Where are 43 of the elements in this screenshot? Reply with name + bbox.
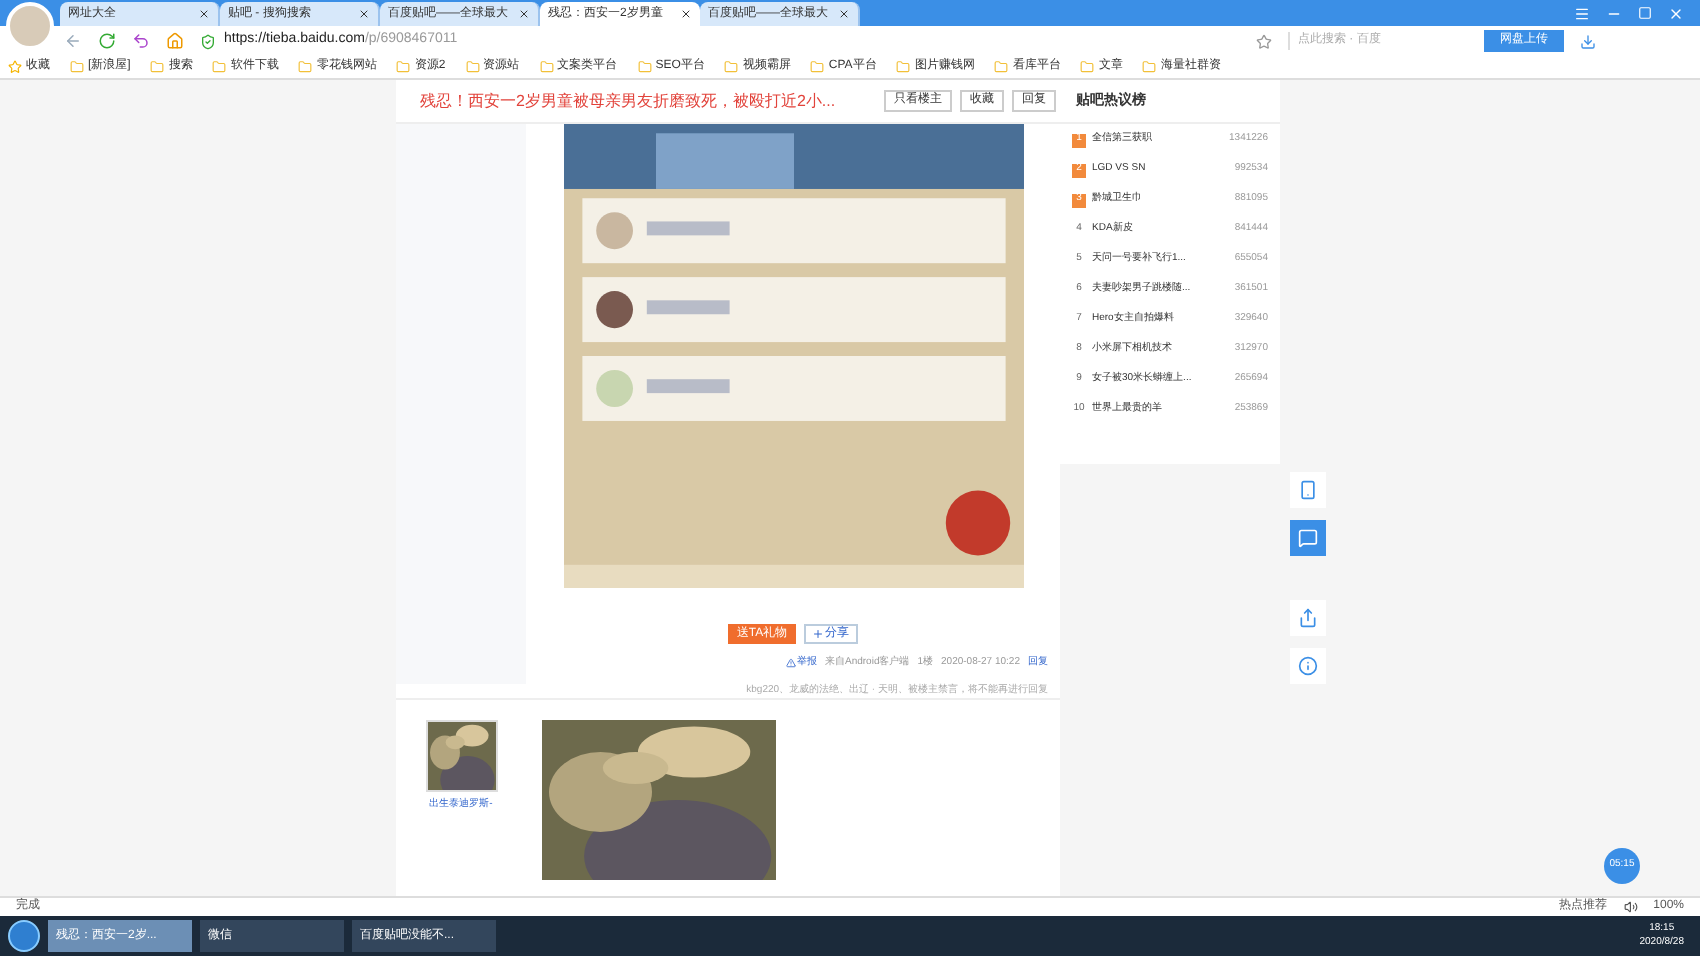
- folder-icon: [896, 60, 911, 74]
- folder-icon: [539, 60, 554, 74]
- close-icon[interactable]: [358, 8, 370, 20]
- download-icon[interactable]: [1580, 33, 1596, 49]
- plus-icon: [811, 628, 824, 640]
- close-icon[interactable]: [838, 8, 850, 20]
- close-icon[interactable]: [680, 8, 692, 20]
- comment-button[interactable]: [1290, 520, 1326, 556]
- star-icon[interactable]: [1256, 33, 1272, 49]
- phone-icon: [1298, 480, 1318, 500]
- folder-icon: [637, 60, 652, 74]
- folder-icon: [810, 60, 825, 74]
- info-icon: [1298, 656, 1318, 676]
- post-title: 残忍！西安一2岁男童被母亲男友折磨致死，被殴打近2小...: [420, 89, 838, 113]
- phone-button[interactable]: [1290, 472, 1326, 508]
- folder-icon: [298, 60, 313, 74]
- comment-icon: [1298, 528, 1318, 548]
- close-icon[interactable]: [518, 8, 530, 20]
- folder-icon: [150, 60, 165, 74]
- menu-icon[interactable]: [1574, 5, 1590, 21]
- info-button[interactable]: [1290, 648, 1326, 684]
- folder-icon: [70, 60, 84, 74]
- refresh-icon[interactable]: [98, 32, 116, 50]
- back-icon[interactable]: [64, 32, 82, 50]
- maximize-icon[interactable]: [1638, 6, 1652, 20]
- folder-icon: [396, 60, 411, 74]
- folder-icon: [994, 60, 1009, 74]
- start-button[interactable]: [8, 920, 40, 952]
- speaker-icon[interactable]: [1623, 900, 1638, 914]
- warning-icon: [785, 658, 795, 669]
- folder-icon: [1080, 60, 1095, 74]
- undo-icon[interactable]: [132, 32, 150, 50]
- user-avatar[interactable]: [6, 2, 54, 50]
- home-icon[interactable]: [166, 32, 184, 50]
- folder-icon: [212, 60, 227, 74]
- folder-icon: [724, 60, 739, 74]
- shield-icon: [200, 33, 216, 49]
- share-icon: [1298, 608, 1318, 628]
- star-icon: [8, 60, 22, 74]
- folder-icon: [1142, 60, 1157, 74]
- close-icon[interactable]: [198, 8, 210, 20]
- folder-icon: [465, 60, 480, 74]
- share-icon-button[interactable]: [1290, 600, 1326, 636]
